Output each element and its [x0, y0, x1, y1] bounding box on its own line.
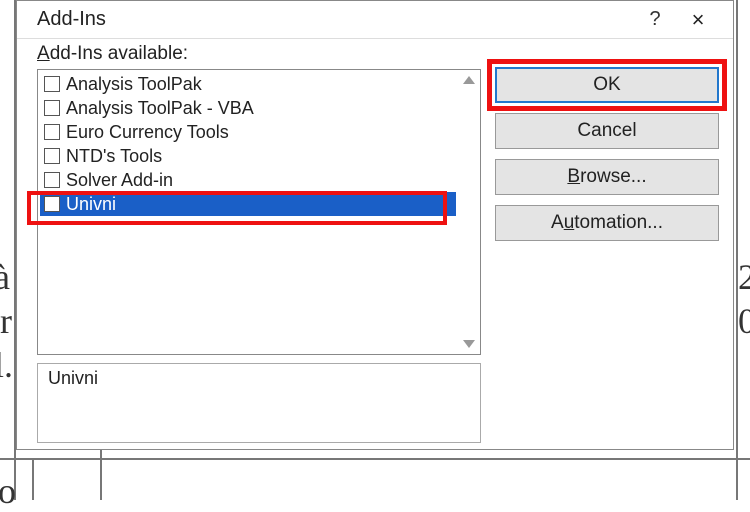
addins-dialog: Add-Ins ? × Add-Ins available: Analysis …	[16, 0, 734, 450]
checkbox-icon[interactable]	[44, 172, 60, 188]
scroll-down-icon[interactable]	[463, 340, 475, 348]
browse-button[interactable]: Browse...	[495, 159, 719, 195]
dialog-title: Add-Ins	[37, 8, 635, 31]
list-item[interactable]: Univni	[40, 192, 456, 216]
close-icon[interactable]: ×	[675, 7, 721, 33]
addins-listbox[interactable]: Analysis ToolPak Analysis ToolPak - VBA …	[37, 69, 481, 355]
list-item[interactable]: Solver Add-in	[40, 168, 456, 192]
available-label: Add-Ins available:	[37, 43, 481, 65]
checkbox-icon[interactable]	[44, 100, 60, 116]
list-item[interactable]: Analysis ToolPak - VBA	[40, 96, 456, 120]
list-item-label: Euro Currency Tools	[66, 122, 229, 143]
checkbox-icon[interactable]	[44, 196, 60, 212]
cancel-button[interactable]: Cancel	[495, 113, 719, 149]
checkbox-icon[interactable]	[44, 76, 60, 92]
list-item[interactable]: NTD's Tools	[40, 144, 456, 168]
list-item-label: Univni	[66, 194, 116, 215]
list-item-label: Solver Add-in	[66, 170, 173, 191]
list-item-label: NTD's Tools	[66, 146, 162, 167]
button-column: OK Cancel Browse... Automation...	[495, 43, 719, 443]
list-item-label: Analysis ToolPak - VBA	[66, 98, 254, 119]
scroll-up-icon[interactable]	[463, 76, 475, 84]
list-item[interactable]: Analysis ToolPak	[40, 72, 456, 96]
help-icon[interactable]: ?	[635, 8, 675, 31]
automation-button[interactable]: Automation...	[495, 205, 719, 241]
ok-button[interactable]: OK	[495, 67, 719, 103]
scrollbar[interactable]	[458, 70, 480, 354]
list-item[interactable]: Euro Currency Tools	[40, 120, 456, 144]
checkbox-icon[interactable]	[44, 148, 60, 164]
checkbox-icon[interactable]	[44, 124, 60, 140]
list-item-label: Analysis ToolPak	[66, 74, 202, 95]
addin-description: Univni	[37, 363, 481, 443]
titlebar: Add-Ins ? ×	[17, 1, 733, 39]
